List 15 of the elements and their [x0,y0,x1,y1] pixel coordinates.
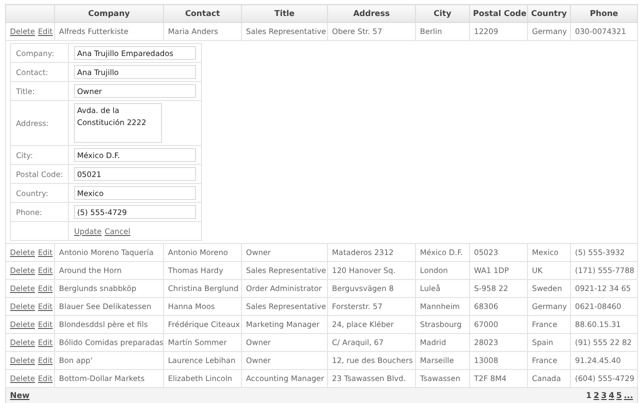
page-link[interactable]: 5 [616,391,622,400]
page-link[interactable]: 1 [586,391,592,400]
page-link[interactable]: 3 [601,391,607,400]
page-link[interactable]: ... [624,391,633,400]
column-header: City [416,4,470,22]
column-header: Country [528,4,570,22]
column-header: Title [242,4,328,22]
column-header: Postal Code [470,4,528,22]
column-header: Phone [570,4,638,22]
new-link[interactable]: New [10,391,30,400]
column-header: Address [328,4,416,22]
column-header: Company [54,4,164,22]
page-link[interactable]: 4 [608,391,614,400]
page-link[interactable]: 2 [594,391,600,400]
column-header: Contact [164,4,242,22]
